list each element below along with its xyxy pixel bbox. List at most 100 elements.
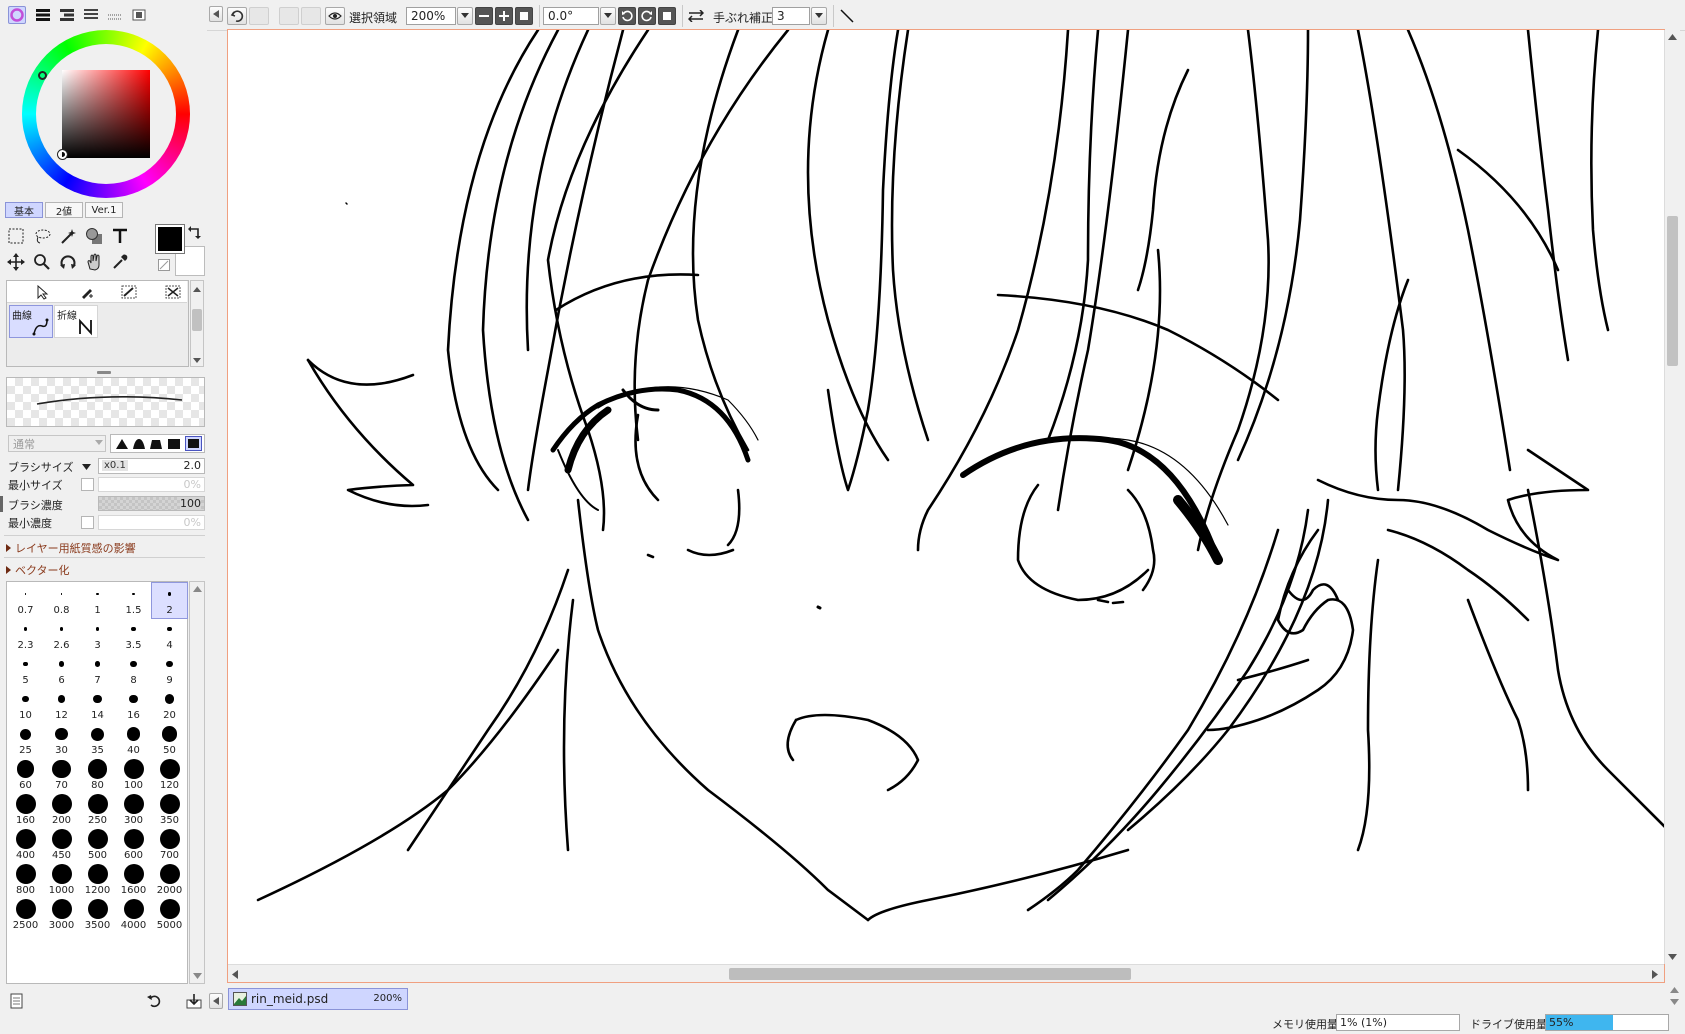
brush-size-cell-3000[interactable]: 3000 [44,898,79,933]
document-tab[interactable]: rin_meid.psd 200% [228,988,408,1010]
brush-size-cell-0.8[interactable]: 0.8 [44,583,79,618]
brush-size-cell-1600[interactable]: 1600 [116,863,151,898]
min-size-checkbox[interactable] [81,478,94,491]
redo-button[interactable] [249,7,269,25]
brush-size-cell-450[interactable]: 450 [44,828,79,863]
canvas-horizontal-scrollbar[interactable] [228,964,1664,982]
shape-medium-icon[interactable] [132,438,146,450]
paper-texture-section[interactable]: レイヤー用紙質感の影響 [6,540,136,556]
zoom-out-button[interactable] [475,7,493,25]
panel-collapse-button[interactable] [209,6,223,22]
antialias-button[interactable] [837,7,857,25]
tool-tab-basic[interactable]: 基本 [5,202,43,218]
brush-size-cell-30[interactable]: 30 [44,723,79,758]
sub-tool-polyline[interactable]: 折線 [54,305,98,338]
brush-size-cell-7[interactable]: 7 [80,653,115,688]
save-tool-button[interactable] [186,993,202,1009]
brush-size-cell-1.5[interactable]: 1.5 [116,583,151,618]
brush-size-cell-250[interactable]: 250 [80,793,115,828]
color-marker[interactable] [57,149,68,160]
brush-size-cell-5000[interactable]: 5000 [152,898,187,933]
rotate-tool[interactable] [56,250,80,274]
brush-size-cell-50[interactable]: 50 [152,723,187,758]
rgb-slider-tab[interactable] [34,6,52,24]
lasso-tool[interactable] [30,224,54,248]
brush-size-cell-40[interactable]: 40 [116,723,151,758]
rotation-field[interactable]: 0.0° [543,7,599,25]
swap-colors-button[interactable] [188,226,202,240]
brush-size-cell-500[interactable]: 500 [80,828,115,863]
doc-list-scroll[interactable] [1667,985,1683,1009]
pen-pressure-icon[interactable] [79,284,95,300]
tool-settings-button[interactable] [10,993,26,1009]
shape-square-icon[interactable] [167,438,181,450]
rotate-ccw-button[interactable] [618,7,636,25]
stabilizer-dropdown[interactable] [811,7,827,25]
vectorize-section[interactable]: ベクター化 [6,562,70,578]
edit-pointer-icon[interactable] [35,284,51,300]
stroke-delete-icon[interactable] [165,284,181,300]
rotate-cw-button[interactable] [638,7,656,25]
brush-size-cell-5[interactable]: 5 [8,653,43,688]
rotation-reset-button[interactable] [658,7,676,25]
undo-button[interactable] [227,7,247,25]
brush-size-cell-0.7[interactable]: 0.7 [8,583,43,618]
brush-size-cell-160[interactable]: 160 [8,793,43,828]
canvas-vertical-scrollbar[interactable] [1664,30,1680,964]
document-list-toggle[interactable] [209,993,223,1009]
color-wheel-tab[interactable] [8,6,26,24]
brush-size-cell-1000[interactable]: 1000 [44,863,79,898]
brush-size-cell-200[interactable]: 200 [44,793,79,828]
brush-size-cell-300[interactable]: 300 [116,793,151,828]
brush-size-cell-10[interactable]: 10 [8,688,43,723]
scratchpad-tab[interactable] [106,6,124,24]
brush-density-slider[interactable]: 100 [98,496,205,511]
brush-size-cell-2.3[interactable]: 2.3 [8,618,43,653]
brush-size-cell-35[interactable]: 35 [80,723,115,758]
panel-splitter[interactable] [97,371,111,374]
navigator-tab[interactable] [130,6,148,24]
stabilizer-field[interactable]: 3 [772,7,810,25]
sub-tool-curve[interactable]: 曲線 [9,305,53,338]
brush-size-dropdown-icon[interactable] [82,464,91,470]
brush-size-cell-120[interactable]: 120 [152,758,187,793]
zoom-reset-button[interactable] [515,7,533,25]
eyedropper-tool[interactable] [108,250,132,274]
saturation-value-square[interactable] [62,70,150,158]
select-pen-tool[interactable] [82,224,106,248]
rect-select-tool[interactable] [4,224,28,248]
zoom-tool[interactable] [30,250,54,274]
brush-size-cell-25[interactable]: 25 [8,723,43,758]
brush-size-cell-600[interactable]: 600 [116,828,151,863]
brush-size-cell-12[interactable]: 12 [44,688,79,723]
brush-size-slider[interactable]: x0.1 2.0 [98,458,205,474]
shape-selected[interactable] [185,436,202,451]
brush-size-cell-1200[interactable]: 1200 [80,863,115,898]
brush-size-cell-2500[interactable]: 2500 [8,898,43,933]
min-density-checkbox[interactable] [81,516,94,529]
zoom-dropdown[interactable] [457,7,473,25]
min-size-slider[interactable]: 0% [98,477,205,492]
brush-size-cell-4[interactable]: 4 [152,618,187,653]
deselect-button[interactable] [279,7,299,25]
shape-soft-icon[interactable] [149,438,163,450]
min-density-slider[interactable]: 0% [98,515,205,530]
canvas-vertical-thumb[interactable] [1667,216,1678,366]
brush-size-cell-4000[interactable]: 4000 [116,898,151,933]
stroke-width-icon[interactable] [121,284,137,300]
brush-size-cell-2[interactable]: 2 [151,582,188,619]
brush-size-cell-80[interactable]: 80 [80,758,115,793]
brush-size-cell-350[interactable]: 350 [152,793,187,828]
primary-color-swatch[interactable] [155,224,185,254]
brush-size-cell-2000[interactable]: 2000 [152,863,187,898]
magic-wand-tool[interactable] [56,224,80,248]
zoom-in-button[interactable] [495,7,513,25]
brush-size-cell-3500[interactable]: 3500 [80,898,115,933]
text-tool[interactable] [108,224,132,248]
sub-tool-scroll-thumb[interactable] [192,309,202,331]
brush-size-cell-700[interactable]: 700 [152,828,187,863]
rotation-dropdown[interactable] [600,7,616,25]
color-swatch-tab[interactable] [82,6,100,24]
shape-hard-icon[interactable] [115,438,129,450]
zoom-field[interactable]: 200% [406,7,456,25]
